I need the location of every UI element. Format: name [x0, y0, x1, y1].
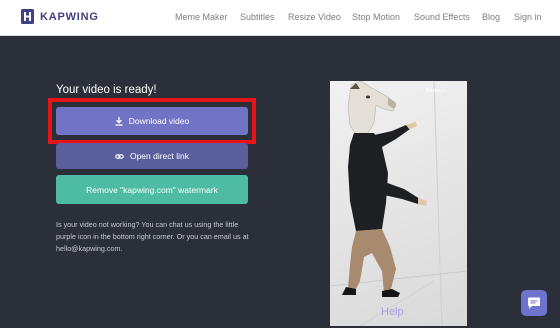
link-icon: [115, 153, 124, 159]
open-direct-link-label: Open direct link: [129, 151, 190, 161]
open-direct-link-button[interactable]: Open direct link: [56, 143, 248, 169]
nav-menu: Meme Maker Subtitles Resize Video Stop M…: [0, 12, 560, 26]
nav-item-blog[interactable]: Blog: [482, 12, 500, 22]
chat-icon: [528, 297, 540, 309]
video-overlay-text: Help: [381, 306, 404, 318]
nav-item-meme-maker[interactable]: Meme Maker: [175, 12, 228, 22]
video-frame-image: [330, 81, 467, 326]
nav-item-subtitles[interactable]: Subtitles: [240, 12, 275, 22]
remove-watermark-button[interactable]: Remove "kapwing.com" watermark: [56, 175, 248, 204]
download-highlight-box: [48, 98, 256, 144]
page-title: Your video is ready!: [56, 84, 157, 96]
nav-item-sign-in[interactable]: Sign in: [514, 12, 542, 22]
nav-item-resize-video[interactable]: Resize Video: [288, 12, 341, 22]
remove-watermark-label: Remove "kapwing.com" watermark: [86, 184, 218, 195]
top-navbar: KAPWING Meme Maker Subtitles Resize Vide…: [0, 0, 560, 36]
video-badge: Bleep ▷: [426, 88, 447, 94]
nav-item-stop-motion[interactable]: Stop Motion: [352, 12, 400, 22]
video-preview[interactable]: Bleep ▷ Help: [330, 81, 467, 326]
chat-button[interactable]: [521, 290, 547, 316]
nav-item-sound-effects[interactable]: Sound Effects: [414, 12, 470, 22]
help-text: Is your video not working? You can chat …: [56, 220, 249, 253]
